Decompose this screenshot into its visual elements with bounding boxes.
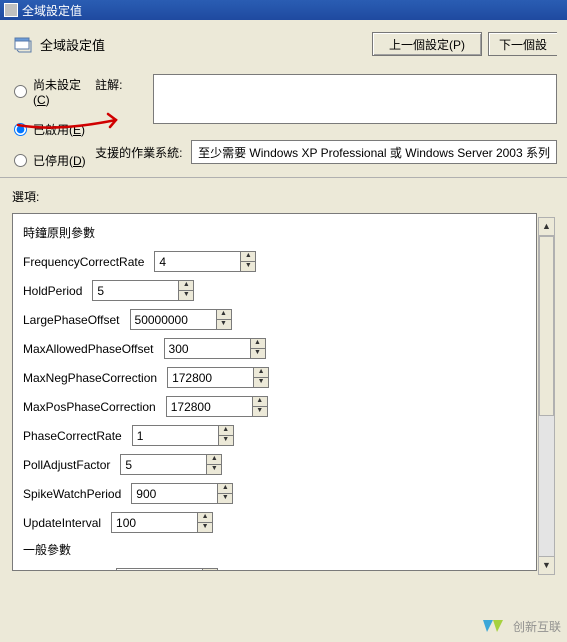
input-holdperiod[interactable]: [92, 280, 178, 301]
input-updateinterval[interactable]: [111, 512, 197, 533]
watermark-logo-icon: [479, 616, 507, 636]
param-frequencycorrectrate: FrequencyCorrectRate ▲▼: [23, 247, 526, 276]
state-radio-group: 尚未設定(C) 已啟用(E) 已停用(D): [14, 74, 95, 169]
param-phasecorrectrate: PhaseCorrectRate ▲▼: [23, 421, 526, 450]
radio-not-configured[interactable]: 尚未設定(C): [14, 76, 95, 107]
policy-icon: [14, 35, 32, 53]
label-largephaseoffset: LargePhaseOffset: [23, 313, 120, 327]
label-holdperiod: HoldPeriod: [23, 284, 82, 298]
spinner-phasecorrectrate[interactable]: ▲▼: [132, 425, 234, 446]
options-scrollbar[interactable]: ▲ ▼: [538, 217, 555, 575]
spin-down-icon[interactable]: ▼: [206, 464, 222, 475]
window-icon: [4, 3, 18, 17]
input-phasecorrectrate[interactable]: [132, 425, 218, 446]
input-largephaseoffset[interactable]: [130, 309, 216, 330]
supported-os-value: 至少需要 Windows XP Professional 或 Windows S…: [198, 144, 550, 161]
previous-setting-button[interactable]: 上一個設定(P): [372, 32, 482, 56]
radio-enabled[interactable]: 已啟用(E): [14, 121, 95, 138]
param-maxnegphasecorrection: MaxNegPhaseCorrection ▲▼: [23, 363, 526, 392]
spin-down-icon[interactable]: ▼: [253, 377, 269, 388]
spin-up-icon[interactable]: ▲: [250, 338, 266, 348]
spin-up-icon[interactable]: ▲: [217, 483, 233, 493]
label-spikewatchperiod: SpikeWatchPeriod: [23, 487, 121, 501]
param-holdperiod: HoldPeriod ▲▼: [23, 276, 526, 305]
spinner-announceflags[interactable]: ▲▼: [116, 568, 218, 571]
spinner-updateinterval[interactable]: ▲▼: [111, 512, 213, 533]
spin-down-icon[interactable]: ▼: [250, 348, 266, 359]
param-largephaseoffset: LargePhaseOffset ▲▼: [23, 305, 526, 334]
spinner-holdperiod[interactable]: ▲▼: [92, 280, 194, 301]
spinner-largephaseoffset[interactable]: ▲▼: [130, 309, 232, 330]
titlebar: 全域設定值: [0, 0, 567, 20]
param-maxposphasecorrection: MaxPosPhaseCorrection ▲▼: [23, 392, 526, 421]
spin-up-icon[interactable]: ▲: [216, 309, 232, 319]
scroll-thumb[interactable]: [539, 236, 554, 416]
subtitle-label: 全域設定值: [40, 35, 105, 54]
spin-up-icon[interactable]: ▲: [218, 425, 234, 435]
spin-down-icon[interactable]: ▼: [240, 261, 256, 272]
input-polladjustfactor[interactable]: [120, 454, 206, 475]
spin-up-icon[interactable]: ▲: [252, 396, 268, 406]
spin-down-icon[interactable]: ▼: [216, 319, 232, 330]
spin-down-icon[interactable]: ▼: [252, 406, 268, 417]
watermark: 创新互联: [479, 616, 561, 636]
label-maxallowedphaseoffset: MaxAllowedPhaseOffset: [23, 342, 154, 356]
radio-not-configured-label: 尚未設定(C): [33, 76, 95, 107]
options-listbox: 時鐘原則參數 FrequencyCorrectRate ▲▼ HoldPerio…: [12, 213, 537, 571]
label-polladjustfactor: PollAdjustFactor: [23, 458, 110, 472]
scroll-track[interactable]: [539, 236, 554, 556]
supported-os-label: 支援的作業系統:: [95, 144, 191, 161]
comment-textbox[interactable]: [153, 74, 557, 124]
radio-disabled-input[interactable]: [14, 154, 27, 167]
spinner-maxallowedphaseoffset[interactable]: ▲▼: [164, 338, 266, 359]
radio-enabled-input[interactable]: [14, 123, 27, 136]
spin-up-icon[interactable]: ▲: [206, 454, 222, 464]
param-updateinterval: UpdateInterval ▲▼: [23, 508, 526, 537]
param-maxallowedphaseoffset: MaxAllowedPhaseOffset ▲▼: [23, 334, 526, 363]
label-frequencycorrectrate: FrequencyCorrectRate: [23, 255, 144, 269]
next-setting-button[interactable]: 下一個設: [488, 32, 557, 56]
window-title: 全域設定值: [22, 2, 82, 19]
spinner-spikewatchperiod[interactable]: ▲▼: [131, 483, 233, 504]
spin-down-icon[interactable]: ▼: [217, 493, 233, 504]
param-spikewatchperiod: SpikeWatchPeriod ▲▼: [23, 479, 526, 508]
label-maxposphasecorrection: MaxPosPhaseCorrection: [23, 400, 156, 414]
radio-enabled-label: 已啟用(E): [33, 121, 85, 138]
scroll-down-icon[interactable]: ▼: [539, 556, 554, 574]
page-subtitle: 全域設定值: [14, 35, 105, 54]
spin-down-icon[interactable]: ▼: [197, 522, 213, 533]
spinner-frequencycorrectrate[interactable]: ▲▼: [154, 251, 256, 272]
spin-down-icon[interactable]: ▼: [178, 290, 194, 301]
comment-label: 註解:: [95, 74, 143, 93]
options-label: 選項:: [0, 178, 567, 209]
spin-up-icon[interactable]: ▲: [197, 512, 213, 522]
spin-up-icon[interactable]: ▲: [240, 251, 256, 261]
spinner-maxposphasecorrection[interactable]: ▲▼: [166, 396, 268, 417]
spin-up-icon[interactable]: ▲: [178, 280, 194, 290]
spin-down-icon[interactable]: ▼: [218, 435, 234, 446]
param-announceflags: AnnounceFlags ▲▼: [23, 564, 526, 571]
radio-not-configured-input[interactable]: [14, 85, 27, 98]
supported-os-textbox: 至少需要 Windows XP Professional 或 Windows S…: [191, 140, 557, 164]
input-announceflags[interactable]: [116, 568, 202, 571]
radio-disabled[interactable]: 已停用(D): [14, 152, 95, 169]
spin-up-icon[interactable]: ▲: [202, 568, 218, 571]
spin-up-icon[interactable]: ▲: [253, 367, 269, 377]
label-updateinterval: UpdateInterval: [23, 516, 101, 530]
watermark-text: 创新互联: [513, 618, 561, 635]
input-maxposphasecorrection[interactable]: [166, 396, 252, 417]
section-general-params: 一般參數: [23, 537, 526, 564]
spinner-polladjustfactor[interactable]: ▲▼: [120, 454, 222, 475]
radio-disabled-label: 已停用(D): [33, 152, 86, 169]
input-maxallowedphaseoffset[interactable]: [164, 338, 250, 359]
input-spikewatchperiod[interactable]: [131, 483, 217, 504]
spinner-maxnegphasecorrection[interactable]: ▲▼: [167, 367, 269, 388]
input-maxnegphasecorrection[interactable]: [167, 367, 253, 388]
label-phasecorrectrate: PhaseCorrectRate: [23, 429, 122, 443]
param-polladjustfactor: PollAdjustFactor ▲▼: [23, 450, 526, 479]
label-maxnegphasecorrection: MaxNegPhaseCorrection: [23, 371, 157, 385]
section-clock-params: 時鐘原則參數: [23, 220, 526, 247]
input-frequencycorrectrate[interactable]: [154, 251, 240, 272]
scroll-up-icon[interactable]: ▲: [539, 218, 554, 236]
